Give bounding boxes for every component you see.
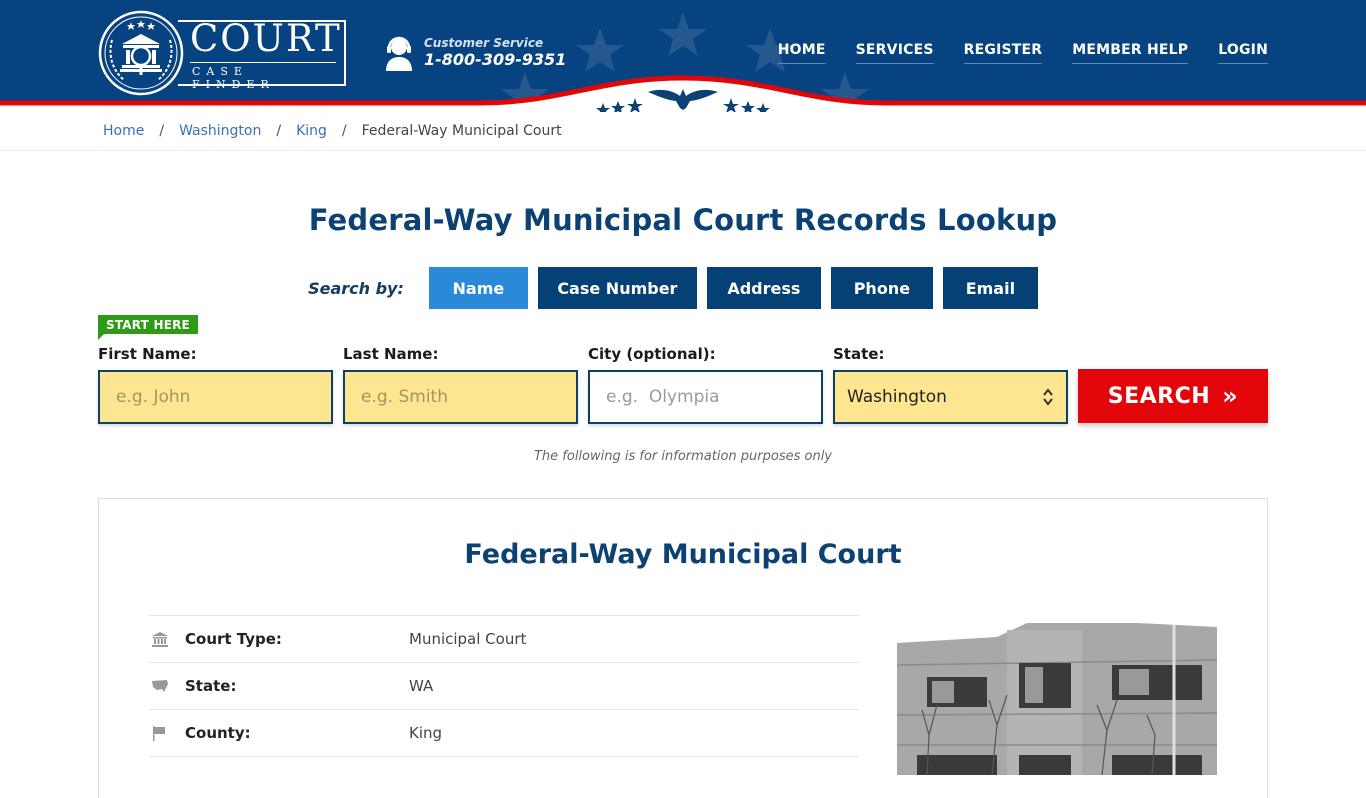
breadcrumb-washington[interactable]: Washington [179,123,261,139]
info-label: Court Type: [185,630,282,648]
page-title: Federal-Way Municipal Court Records Look… [308,203,1058,237]
city-group: City (optional): [588,344,823,424]
info-value: WA [409,677,434,695]
breadcrumb-separator: / [341,123,347,139]
customer-service-label: Customer Service [424,36,544,50]
court-info-card: Federal-Way Municipal Court Court Type: … [98,498,1268,798]
city-input[interactable] [588,370,823,424]
info-row-state: State: WA [149,663,859,710]
tab-phone[interactable]: Phone [830,267,933,309]
info-label: County: [185,724,251,742]
search-button-label: SEARCH [1107,383,1211,409]
state-select[interactable]: Washington [833,370,1068,424]
site-logo[interactable]: COURT CASE FINDER [98,10,346,96]
select-updown-icon [1043,388,1053,406]
last-name-label: Last Name: [343,345,439,363]
flag-icon [149,725,185,741]
court-info-table: Court Type: Municipal Court State: WA Co… [149,615,859,757]
tab-email[interactable]: Email [942,267,1038,309]
state-select-value[interactable]: Washington [833,370,1068,424]
search-by-bar: Search by: Name Case Number Address Phon… [0,267,1366,309]
nav-home[interactable]: HOME [777,42,826,64]
first-name-group: First Name: [98,344,333,424]
start-here-badge: START HERE [98,315,198,340]
court-building-photo [897,615,1217,775]
info-row-court-type: Court Type: Municipal Court [149,616,859,663]
tab-case-number[interactable]: Case Number [537,267,697,309]
info-label: State: [185,677,237,695]
courthouse-icon [149,631,185,647]
star-decoration [659,12,707,56]
courthouse-magnifier-logo-icon [98,10,184,96]
last-name-input[interactable] [343,370,578,424]
breadcrumb-separator: / [276,123,282,139]
info-row-county: County: King [149,710,859,757]
tab-name[interactable]: Name [428,267,528,309]
customer-service: Customer Service 1-800-309-9351 [384,35,566,71]
tab-address[interactable]: Address [706,267,821,309]
main-nav: HOME SERVICES REGISTER MEMBER HELP LOGIN [777,42,1268,64]
state-label: State: [833,345,885,363]
breadcrumb-king[interactable]: King [296,123,327,139]
breadcrumb-current: Federal-Way Municipal Court [361,123,562,139]
breadcrumb: Home / Washington / King / Federal-Way M… [0,112,1366,151]
first-name-input[interactable] [98,370,333,424]
building-image [897,615,1217,775]
logo-subtitle: CASE FINDER [192,65,275,91]
nav-login[interactable]: LOGIN [1218,42,1268,64]
double-chevron-right-icon: » [1222,382,1239,410]
court-title: Federal-Way Municipal Court [464,539,902,570]
star-decoration [576,28,624,72]
state-group: State: Washington [833,344,1068,424]
search-by-label: Search by: [308,278,404,298]
breadcrumb-home[interactable]: Home [103,123,144,139]
first-name-label: First Name: [98,345,197,363]
breadcrumb-separator: / [159,123,165,139]
site-header: COURT CASE FINDER Customer Service 1-800… [0,0,1366,112]
disclaimer-text: The following is for information purpose… [533,449,833,464]
nav-register[interactable]: REGISTER [963,42,1043,64]
city-label: City (optional): [588,345,716,363]
search-button[interactable]: SEARCH » [1078,369,1268,423]
headset-agent-icon [386,36,412,71]
info-value: King [409,724,443,742]
nav-services[interactable]: SERVICES [855,42,934,64]
customer-service-phone[interactable]: 1-800-309-9351 [424,50,566,70]
logo-title: COURT [190,17,342,60]
nav-member-help[interactable]: MEMBER HELP [1072,42,1189,64]
info-value: Municipal Court [409,630,527,648]
us-map-icon [149,679,185,693]
logo-divider [190,62,336,63]
last-name-group: Last Name: [343,344,578,424]
